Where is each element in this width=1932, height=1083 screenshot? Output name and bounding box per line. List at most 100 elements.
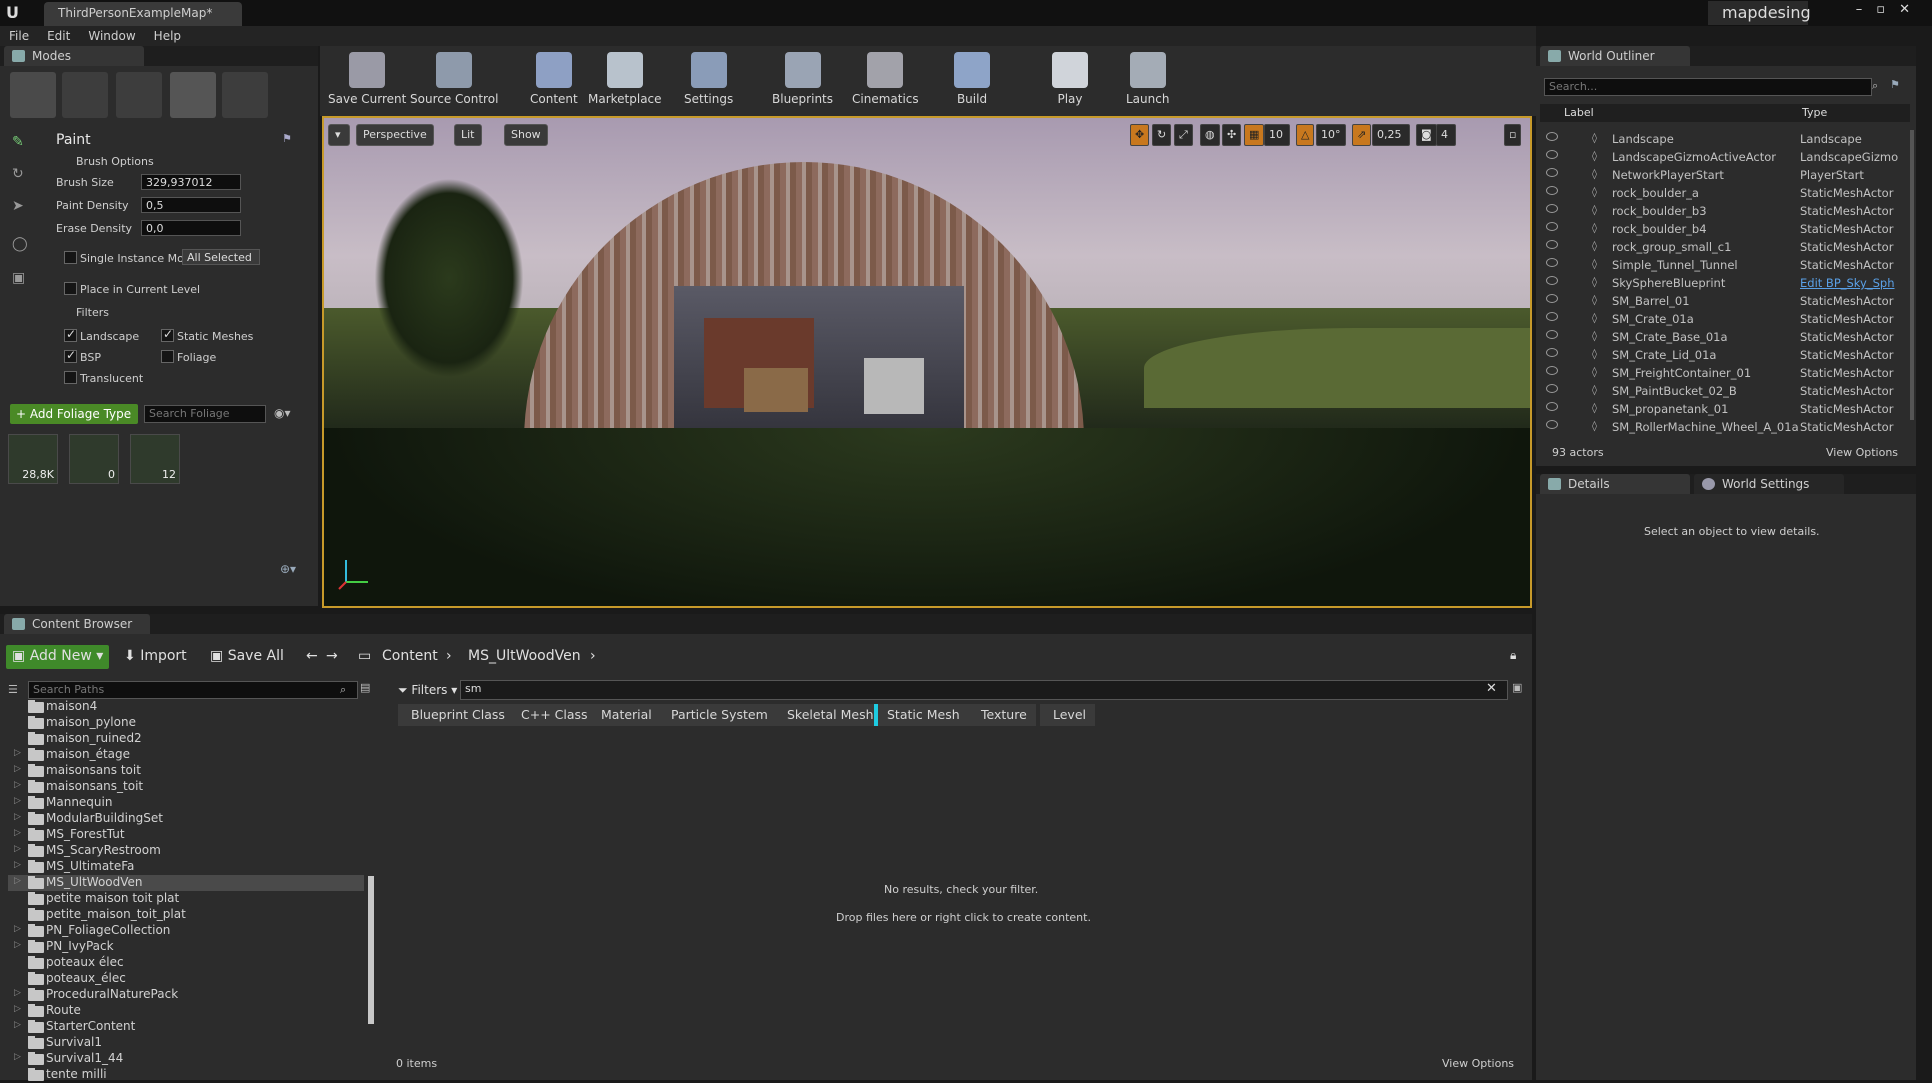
modes-tab[interactable]: Modes xyxy=(4,46,144,66)
visibility-eye-icon[interactable] xyxy=(1546,276,1558,285)
filter-chip[interactable]: Skeletal Mesh xyxy=(774,704,883,726)
menu-edit[interactable]: Edit xyxy=(38,26,79,46)
filter-chip[interactable]: Static Mesh xyxy=(874,704,969,726)
world-outliner-tab[interactable]: World Outliner xyxy=(1540,46,1690,66)
save-current-button[interactable]: Save Current xyxy=(328,52,406,106)
rotate-icon[interactable]: ↻ xyxy=(1152,124,1172,146)
expand-arrow-icon[interactable]: ▷ xyxy=(14,988,21,998)
expand-arrow-icon[interactable]: ▷ xyxy=(14,1052,21,1062)
visibility-eye-icon[interactable] xyxy=(1546,294,1558,303)
settings-button[interactable]: Settings xyxy=(684,52,733,106)
folder-item[interactable]: ▷ Survival1_44 xyxy=(8,1051,364,1067)
place-in-level-checkbox[interactable] xyxy=(64,282,77,295)
viewport-options-button[interactable]: ▾ xyxy=(328,124,350,146)
content-button[interactable]: Content xyxy=(530,52,578,106)
asset-search-input[interactable]: sm xyxy=(460,680,1508,700)
visibility-icon[interactable]: ◉▾ xyxy=(274,406,291,420)
expand-arrow-icon[interactable]: ▷ xyxy=(14,844,21,854)
save-search-icon[interactable]: ▣ xyxy=(1512,681,1522,694)
visibility-eye-icon[interactable] xyxy=(1546,384,1558,393)
outliner-row[interactable]: ◊ rock_group_small_c1 StaticMeshActor xyxy=(1536,238,1906,256)
expand-arrow-icon[interactable]: ▷ xyxy=(14,748,21,758)
search-paths-input[interactable]: Search Paths xyxy=(28,681,358,699)
outliner-row[interactable]: ◊ LandscapeGizmoActiveActor LandscapeGizmo xyxy=(1536,148,1906,166)
sources-toggle-icon[interactable]: ☰ xyxy=(8,683,18,696)
grid-snap-icon[interactable]: ▦ xyxy=(1244,124,1265,146)
foliage-mode-icon[interactable] xyxy=(170,72,216,118)
scale-snap-icon[interactable]: ⇗ xyxy=(1352,124,1372,146)
visibility-eye-icon[interactable] xyxy=(1546,240,1558,249)
menu-help[interactable]: Help xyxy=(145,26,190,46)
expand-arrow-icon[interactable]: ▷ xyxy=(14,796,21,806)
outliner-row[interactable]: ◊ SM_FreightContainer_01 StaticMeshActor xyxy=(1536,364,1906,382)
visibility-eye-icon[interactable] xyxy=(1546,420,1558,429)
foliage-thumb-2[interactable]: 0 xyxy=(69,434,119,484)
outliner-row[interactable]: ◊ SM_Crate_Base_01a StaticMeshActor xyxy=(1536,328,1906,346)
landscape-checkbox[interactable] xyxy=(64,327,77,342)
folder-item[interactable]: maison_pylone xyxy=(8,715,364,731)
build-button[interactable]: Build xyxy=(954,52,990,106)
folder-item[interactable]: ▷ PN_FoliageCollection xyxy=(8,923,364,939)
outliner-row[interactable]: ◊ rock_boulder_b4 StaticMeshActor xyxy=(1536,220,1906,238)
outliner-row[interactable]: ◊ Simple_Tunnel_Tunnel StaticMeshActor xyxy=(1536,256,1906,274)
outliner-row[interactable]: ◊ SM_Crate_01a StaticMeshActor xyxy=(1536,310,1906,328)
filter-chip[interactable]: Blueprint Class xyxy=(398,704,514,726)
outliner-settings-icon[interactable]: ⚑ xyxy=(1890,78,1900,91)
outliner-row[interactable]: ◊ Landscape Landscape xyxy=(1536,130,1906,148)
blueprints-button[interactable]: Blueprints xyxy=(772,52,833,106)
rotation-snap-icon[interactable]: △ xyxy=(1296,124,1315,146)
menu-file[interactable]: File xyxy=(0,26,38,46)
rotation-snap-value[interactable]: 10° xyxy=(1316,124,1346,146)
expand-arrow-icon[interactable]: ▷ xyxy=(14,860,21,870)
window-controls[interactable]: –▫✕ xyxy=(1856,2,1924,17)
geometry-mode-icon[interactable] xyxy=(222,72,268,118)
erase-density-field[interactable]: 0,0 xyxy=(141,220,241,236)
lock-icon[interactable]: 🔒︎ xyxy=(1504,645,1522,669)
actor-type[interactable]: Edit BP_Sky_Sph xyxy=(1800,276,1895,290)
visibility-eye-icon[interactable] xyxy=(1546,366,1558,375)
lasso-tool-icon[interactable]: ◯ xyxy=(12,236,34,258)
forward-icon[interactable]: → xyxy=(320,645,344,669)
folder-item[interactable]: ▷ MS_UltimateFa xyxy=(8,859,364,875)
scale-icon[interactable]: ⤢ xyxy=(1174,124,1193,146)
camera-speed-icon[interactable]: ◙ xyxy=(1416,124,1437,146)
folder-item[interactable]: ▷ maison_étage xyxy=(8,747,364,763)
visibility-eye-icon[interactable] xyxy=(1546,402,1558,411)
world-settings-tab[interactable]: World Settings xyxy=(1694,474,1844,494)
outliner-row[interactable]: ◊ SkySphereBlueprint Edit BP_Sky_Sph xyxy=(1536,274,1906,292)
single-instance-dropdown[interactable]: All Selected xyxy=(182,249,260,265)
expand-arrow-icon[interactable]: ▷ xyxy=(14,780,21,790)
fill-tool-icon[interactable]: ▣ xyxy=(12,270,34,292)
path-end-chevron-icon[interactable]: › xyxy=(584,645,602,669)
visibility-eye-icon[interactable] xyxy=(1546,258,1558,267)
place-mode-icon[interactable] xyxy=(10,72,56,118)
marketplace-button[interactable]: Marketplace xyxy=(588,52,662,106)
paint-tool-icon[interactable]: ✎ xyxy=(12,134,34,156)
outliner-row[interactable]: ◊ SM_PaintBucket_02_B StaticMeshActor xyxy=(1536,382,1906,400)
expand-arrow-icon[interactable]: ▷ xyxy=(14,876,21,886)
paint-density-field[interactable]: 0,5 xyxy=(141,197,241,213)
single-instance-checkbox[interactable] xyxy=(64,251,77,264)
camera-speed-value[interactable]: 4 xyxy=(1436,124,1456,146)
import-button[interactable]: ⬇ Import xyxy=(118,645,193,669)
folder-item[interactable]: poteaux_élec xyxy=(8,971,364,987)
filter-chip[interactable]: Material xyxy=(588,704,661,726)
play-button[interactable]: Play xyxy=(1052,52,1088,106)
folder-item[interactable]: ▷ ProceduralNaturePack xyxy=(8,987,364,1003)
foliage-thumb-1[interactable]: 28,8K xyxy=(8,434,58,484)
clear-search-icon[interactable]: ✕ xyxy=(1486,681,1497,696)
folder-item[interactable]: ▷ Mannequin xyxy=(8,795,364,811)
paint-mode-icon[interactable] xyxy=(62,72,108,118)
lit-button[interactable]: Lit xyxy=(454,124,482,146)
outliner-row[interactable]: ◊ rock_boulder_b3 StaticMeshActor xyxy=(1536,202,1906,220)
visibility-eye-icon[interactable] xyxy=(1546,204,1558,213)
path-current[interactable]: MS_UltWoodVen xyxy=(462,645,587,669)
brush-size-field[interactable]: 329,937012 xyxy=(141,174,241,190)
landscape-mode-icon[interactable] xyxy=(116,72,162,118)
add-new-button[interactable]: ▣ Add New ▾ xyxy=(6,645,110,669)
level-tab[interactable]: ThirdPersonExampleMap* xyxy=(44,2,242,26)
translucent-checkbox[interactable] xyxy=(64,371,77,384)
launch-button[interactable]: Launch xyxy=(1126,52,1169,106)
cinematics-button[interactable]: Cinematics xyxy=(852,52,919,106)
outliner-view-options[interactable]: View Options xyxy=(1826,446,1898,459)
